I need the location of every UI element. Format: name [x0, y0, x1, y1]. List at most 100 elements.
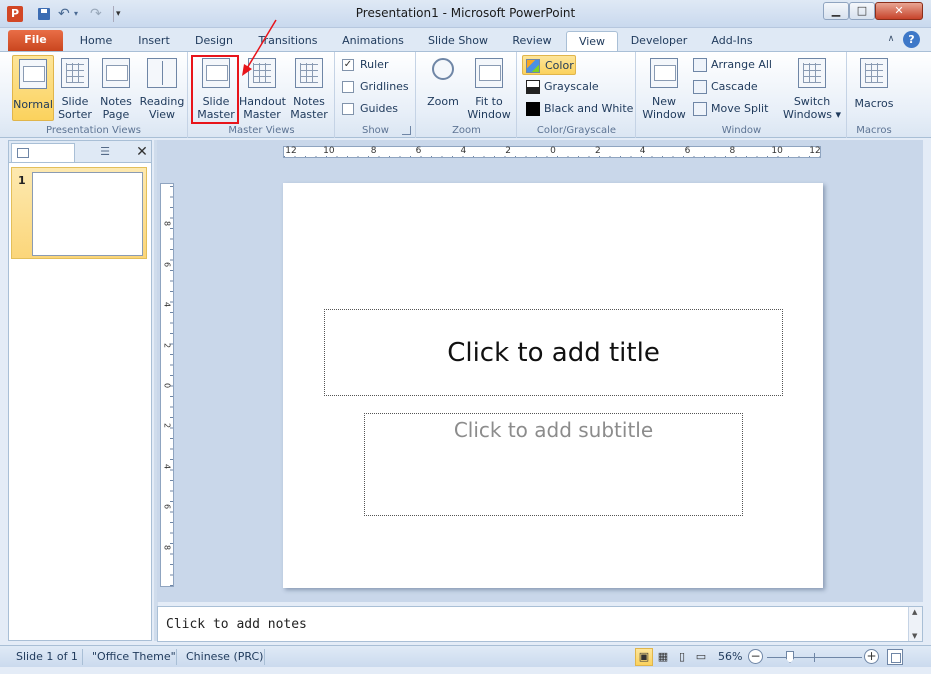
new-window-icon: [650, 58, 678, 88]
ruler-number: 4: [162, 302, 172, 308]
move-split-icon: [693, 102, 707, 116]
notes-placeholder[interactable]: Click to add notes: [166, 617, 307, 632]
switch-windows-label: Switch Windows ▾: [782, 95, 842, 121]
fit-to-window-label: Fit to Window: [467, 95, 511, 121]
group-label-color-grayscale: Color/Grayscale: [536, 125, 617, 136]
tab-add-ins[interactable]: Add-Ins: [702, 31, 762, 53]
fit-to-window-button[interactable]: Fit to Window: [465, 55, 513, 121]
annotation-arrow: [242, 19, 277, 76]
normal-view-label: Normal: [13, 98, 53, 111]
ruler-number: 4: [460, 146, 467, 156]
ruler-number: 2: [162, 342, 172, 348]
group-label-master-views: Master Views: [228, 125, 295, 136]
handout-master-label: Handout Master: [239, 95, 286, 121]
black-and-white-label: Black and White: [544, 102, 634, 115]
reading-view-label: Reading View: [139, 95, 185, 121]
subtitle-placeholder[interactable]: Click to add subtitle: [364, 413, 743, 516]
zoom-button[interactable]: Zoom: [423, 55, 463, 121]
slide-sorter-status-icon[interactable]: ▦: [654, 648, 672, 666]
slide-thumbnail[interactable]: [32, 172, 143, 256]
reading-view-icon: [147, 58, 177, 88]
group-color-grayscale: Color Grayscale Black and White Color/Gr…: [518, 52, 636, 138]
group-show: ✓ Ruler Gridlines Guides Show: [336, 52, 416, 138]
window-title: Presentation1 - Microsoft PowerPoint: [355, 6, 576, 20]
zoom-in-icon[interactable]: +: [864, 649, 879, 664]
tab-design[interactable]: Design: [188, 31, 240, 53]
notes-scrollbar[interactable]: [908, 607, 922, 641]
group-window: New Window Arrange All Cascade Move Spli…: [637, 52, 847, 138]
fit-to-window-icon: [475, 58, 503, 88]
macros-icon: [860, 58, 888, 88]
ruler-number: 8: [370, 146, 377, 156]
status-separator: [82, 649, 83, 665]
tab-developer[interactable]: Developer: [624, 31, 694, 53]
panel-tabs: ☰ ✕: [9, 141, 151, 163]
normal-view-status-icon[interactable]: ▣: [635, 648, 653, 666]
close-button[interactable]: ✕: [875, 2, 923, 20]
arrange-all-label: Arrange All: [711, 58, 772, 71]
cascade-label: Cascade: [711, 80, 758, 93]
reading-view-button[interactable]: Reading View: [138, 55, 186, 121]
gridlines-label: Gridlines: [360, 80, 409, 93]
ruler-number: 8: [729, 146, 736, 156]
title-placeholder[interactable]: Click to add title: [324, 309, 783, 396]
normal-view-button[interactable]: Normal: [12, 55, 54, 121]
zoom-level[interactable]: 56%: [718, 650, 742, 663]
slide-sorter-button[interactable]: Slide Sorter: [56, 55, 94, 121]
vertical-ruler[interactable]: 8 6 4 2 0 2 4 6 8: [160, 183, 174, 587]
guides-label: Guides: [360, 102, 399, 115]
zoom-slider-track[interactable]: [767, 653, 862, 662]
ruler-number: 12: [809, 146, 821, 156]
fit-slide-to-window-icon[interactable]: [887, 649, 903, 665]
group-label-presentation-views: Presentation Views: [46, 125, 141, 136]
notes-page-button[interactable]: Notes Page: [96, 55, 136, 121]
ribbon: Normal Slide Sorter Notes Page Reading V…: [0, 51, 931, 138]
horizontal-ruler[interactable]: 12 10 8 6 4 2 0 2 4 6 8 10 12: [283, 146, 821, 158]
tab-home[interactable]: Home: [72, 31, 120, 53]
outline-tab[interactable]: ☰: [77, 143, 133, 162]
tab-review[interactable]: Review: [504, 31, 560, 53]
zoom-slider-thumb[interactable]: [786, 651, 794, 663]
theme-status[interactable]: "Office Theme": [92, 650, 176, 663]
help-icon[interactable]: ?: [903, 31, 920, 48]
notes-master-button[interactable]: Notes Master: [287, 55, 331, 121]
color-label: Color: [545, 59, 574, 72]
zoom-out-icon[interactable]: −: [748, 649, 763, 664]
ruler-label: Ruler: [360, 58, 389, 71]
slide-sorter-icon: [61, 58, 89, 88]
status-separator: [264, 649, 265, 665]
maximize-button[interactable]: □: [849, 2, 875, 20]
slide-thumbnail-number: 1: [18, 174, 26, 187]
status-bar: Slide 1 of 1 "Office Theme" Chinese (PRC…: [0, 645, 931, 667]
slide-thumbnail-row[interactable]: 1: [11, 167, 147, 259]
close-panel-icon[interactable]: ✕: [135, 144, 149, 160]
tab-view[interactable]: View: [566, 31, 618, 53]
slide-show-status-icon[interactable]: ▭: [692, 648, 710, 666]
switch-windows-button[interactable]: Switch Windows ▾: [781, 55, 843, 121]
ruler-number: 2: [505, 146, 512, 156]
minimize-ribbon-icon[interactable]: ∧: [884, 32, 898, 46]
slides-panel: ☰ ✕ 1: [8, 140, 152, 641]
group-label-zoom: Zoom: [452, 125, 481, 136]
tab-animations[interactable]: Animations: [334, 31, 412, 53]
new-window-button[interactable]: New Window: [641, 55, 687, 121]
notes-pane[interactable]: Click to add notes: [157, 606, 923, 642]
ruler-number: 6: [162, 261, 172, 267]
tab-file[interactable]: File: [8, 30, 63, 52]
group-label-macros: Macros: [856, 125, 892, 136]
reading-view-status-icon[interactable]: ▯: [673, 648, 691, 666]
guides-check-icon: [342, 103, 354, 115]
group-label-window: Window: [721, 125, 762, 136]
arrange-all-icon: [693, 58, 707, 72]
color-button[interactable]: Color: [522, 55, 576, 75]
ruler-number: 6: [415, 146, 422, 156]
slides-tab[interactable]: [11, 143, 75, 162]
language-status[interactable]: Chinese (PRC): [186, 650, 263, 663]
tab-slide-show[interactable]: Slide Show: [420, 31, 496, 53]
slide-canvas[interactable]: Click to add title Click to add subtitle: [283, 183, 823, 588]
macros-button[interactable]: Macros: [852, 55, 896, 121]
tab-insert[interactable]: Insert: [130, 31, 178, 53]
black-and-white-icon: [526, 102, 540, 116]
minimize-button[interactable]: ▁: [823, 2, 849, 20]
ruler-number: 10: [323, 146, 335, 156]
